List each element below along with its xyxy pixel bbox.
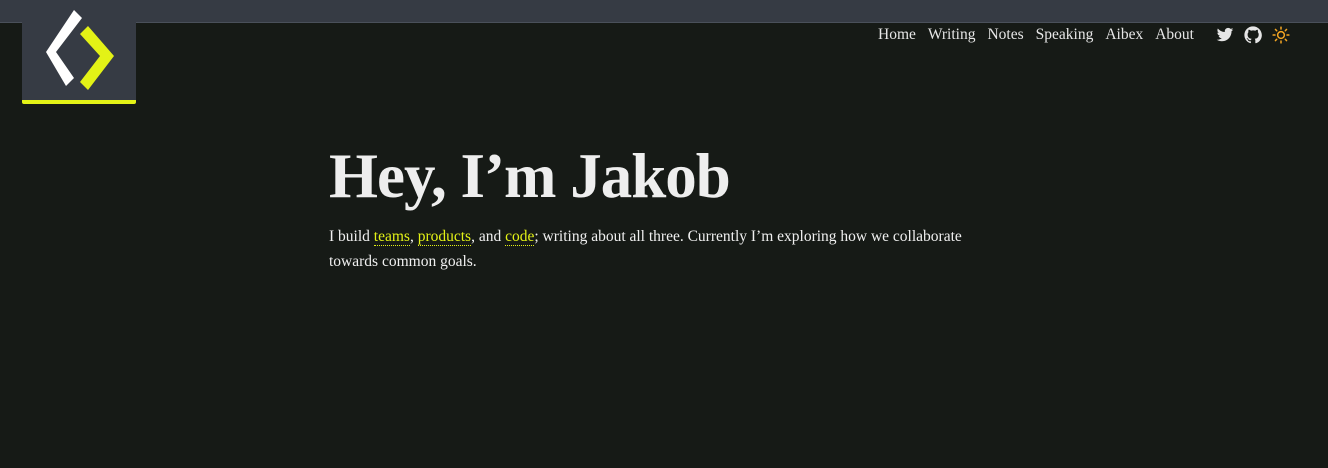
top-bar <box>0 0 1328 23</box>
products-link[interactable]: products <box>417 228 472 246</box>
nav-about[interactable]: About <box>1155 26 1194 44</box>
code-link[interactable]: code <box>505 228 535 246</box>
nav-aibex[interactable]: Aibex <box>1105 26 1143 44</box>
twitter-icon[interactable] <box>1216 26 1234 44</box>
github-icon[interactable] <box>1244 26 1262 44</box>
nav-home[interactable]: Home <box>878 26 916 44</box>
nav-writing[interactable]: Writing <box>928 26 976 44</box>
hero-section: Hey, I’m Jakob I build teams, products, … <box>329 138 1009 274</box>
page-title: Hey, I’m Jakob <box>329 141 731 211</box>
nav-notes[interactable]: Notes <box>987 26 1023 44</box>
intro-separator-1: , <box>409 228 418 245</box>
intro-separator-2: , and <box>471 228 506 245</box>
nav-speaking[interactable]: Speaking <box>1036 26 1094 44</box>
intro-prefix: I build <box>329 228 374 245</box>
intro-paragraph: I build teams, products, and code; writi… <box>329 224 1009 274</box>
main-nav: Home Writing Notes Speaking Aibex About <box>878 26 1300 44</box>
code-brackets-logo-icon <box>46 10 114 90</box>
sun-icon[interactable] <box>1272 26 1290 44</box>
site-logo[interactable] <box>22 0 136 104</box>
teams-link[interactable]: teams <box>373 228 410 246</box>
